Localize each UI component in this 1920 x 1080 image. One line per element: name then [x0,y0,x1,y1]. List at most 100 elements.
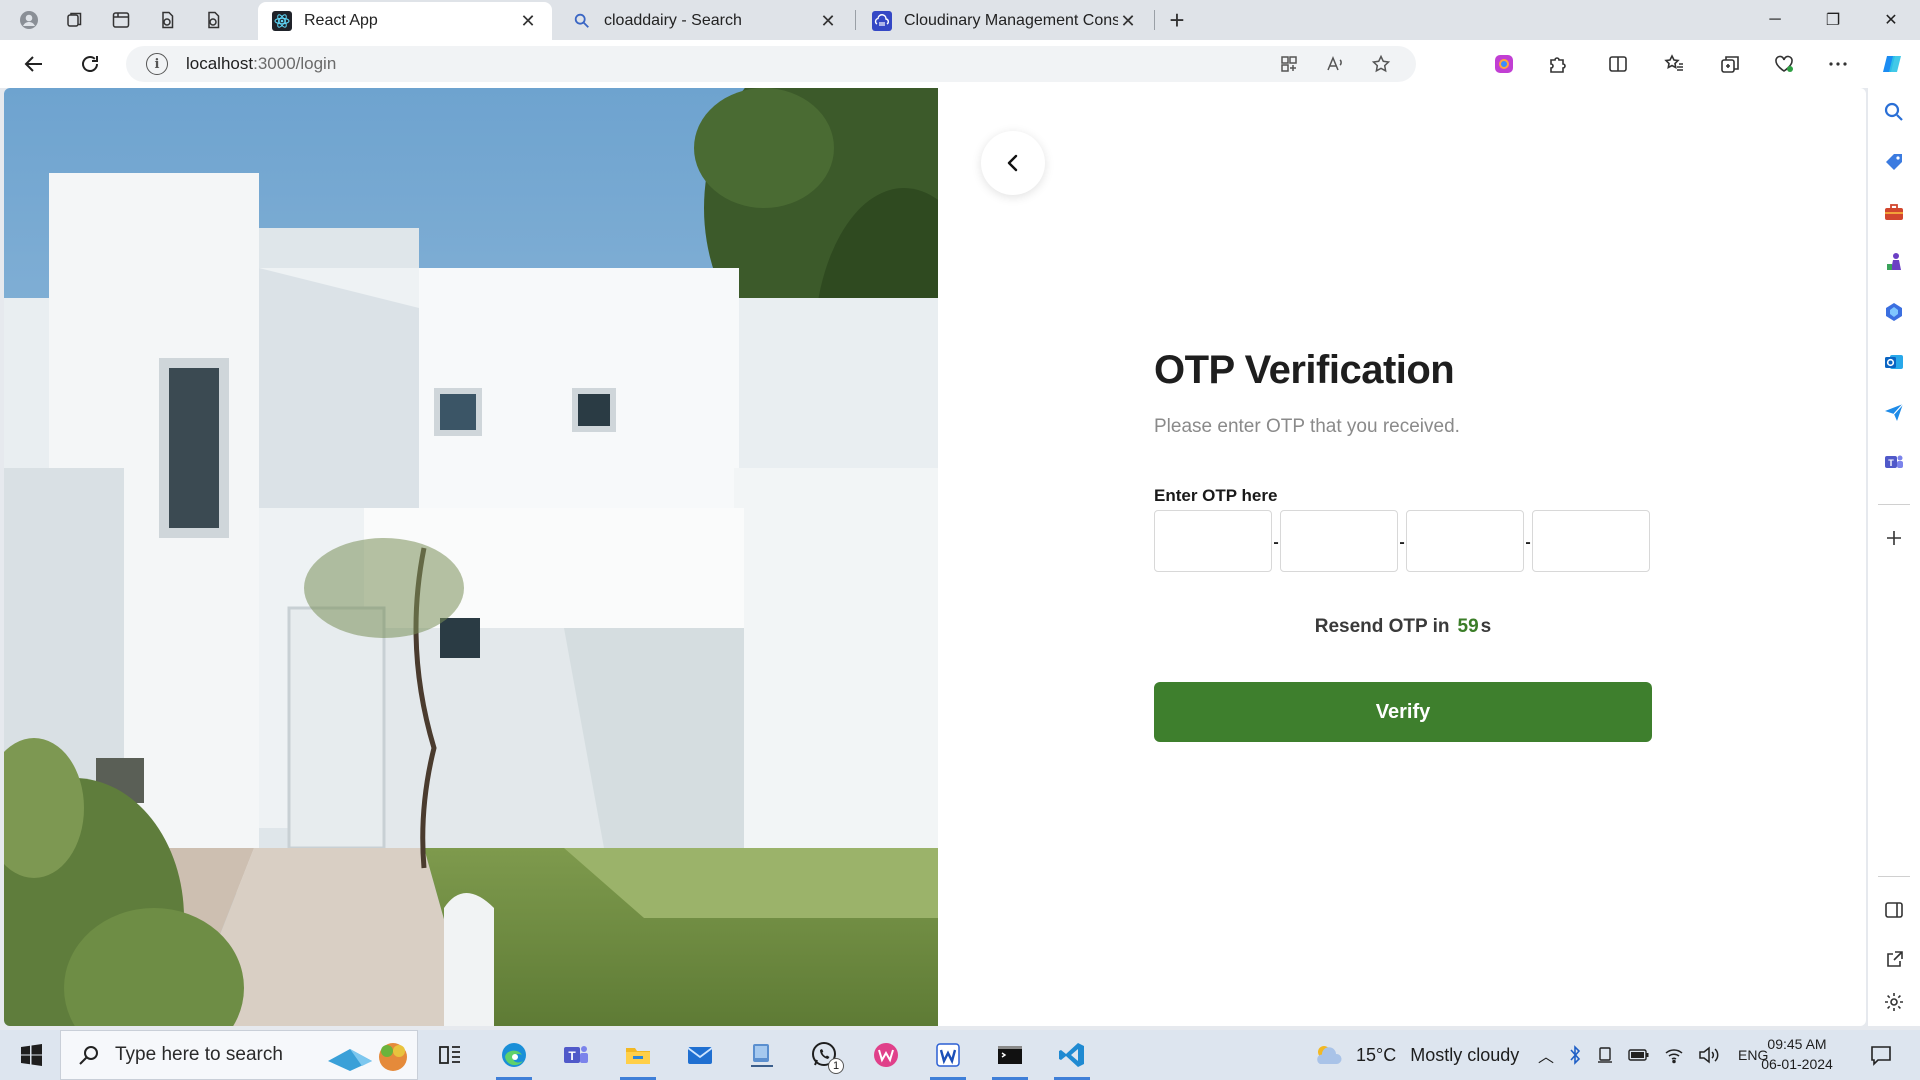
sidebar-outlook-button[interactable] [1878,346,1910,378]
folder-icon [626,1048,650,1064]
weather-temperature: 15°C [1356,1044,1397,1065]
profile-button[interactable] [8,4,50,36]
bluetooth-icon[interactable] [1568,1045,1582,1065]
taskbar-vscode[interactable] [1046,1030,1098,1080]
taskbar-word[interactable] [922,1030,974,1080]
plus-icon: + [1169,4,1185,35]
favorites-button[interactable] [1656,48,1692,80]
app-available-button[interactable] [1272,46,1306,82]
document-sync-icon [208,11,220,29]
apps-icon [1281,56,1297,72]
otp-field-label: Enter OTP here [1154,486,1278,505]
extension-pin-button-1[interactable] [146,4,188,36]
word-icon [936,1043,960,1067]
read-aloud-icon [1327,56,1342,71]
sidebar-send-button[interactable] [1878,396,1910,428]
extension-pin-button-2[interactable] [192,4,234,36]
otp-digit-2-input[interactable] [1280,510,1398,572]
battery-icon[interactable] [1628,1047,1650,1063]
vscode-icon [1059,1043,1084,1067]
split-screen-button[interactable] [1600,48,1636,80]
wifi-icon[interactable] [1664,1046,1684,1064]
close-window-button[interactable]: ✕ [1862,0,1920,40]
close-tab-icon[interactable]: ✕ [518,11,538,31]
weather-widget[interactable]: 15°C Mostly cloudy [1312,1030,1519,1080]
sidebar-copilot-button[interactable] [1878,296,1910,328]
sidebar-divider [1878,504,1910,505]
outlook-icon [1885,355,1903,369]
browser-essentials-button[interactable] [1766,48,1802,80]
taskbar-clock[interactable]: 09:45 AM 06-01-2024 [1754,1034,1840,1074]
back-button[interactable] [981,131,1045,195]
shopping-tag-icon [1886,154,1902,170]
tab-search[interactable]: cloaddairy - Search ✕ [558,2,852,40]
settings-more-button[interactable] [1820,48,1856,80]
tab-title: cloaddairy - Search [604,12,742,29]
tab-react-app[interactable]: React App ✕ [258,2,552,40]
sidebar-tools-button[interactable] [1878,196,1910,228]
clock-time: 09:45 AM [1767,1036,1827,1052]
verify-button[interactable]: Verify [1154,682,1652,742]
task-view-button[interactable] [428,1030,472,1080]
new-tab-button[interactable]: + [1160,4,1194,36]
otp-separator: - [1525,534,1531,551]
address-bar[interactable]: i localhost:3000/login [126,46,1416,82]
refresh-icon [82,56,98,72]
close-tab-icon[interactable]: ✕ [1118,11,1138,31]
restore-button[interactable]: ❐ [1804,0,1862,40]
taskbar-app-w[interactable] [860,1030,912,1080]
sidebar-shopping-button[interactable] [1878,146,1910,178]
device-tray-icon[interactable] [1596,1046,1614,1064]
tab-cloudinary[interactable]: Cloudinary Management Console ✕ [858,2,1152,40]
otp-separator: - [1399,534,1405,551]
taskbar-whatsapp[interactable]: 1 [798,1030,850,1080]
refresh-button[interactable] [72,48,108,80]
start-button[interactable] [8,1030,54,1080]
tab-actions-button[interactable] [100,4,142,36]
copilot-button[interactable] [1874,48,1910,80]
collections-button[interactable] [1712,48,1748,80]
sidebar-add-button[interactable] [1878,522,1910,554]
terminal-icon [998,1046,1022,1064]
sidebar-games-button[interactable] [1878,246,1910,278]
heart-pulse-icon [1775,55,1793,72]
teams-icon: T [564,1046,588,1063]
volume-icon[interactable] [1698,1046,1720,1064]
close-tab-icon[interactable]: ✕ [818,11,838,31]
sidebar-teams-button[interactable]: T [1878,446,1910,478]
extensions-button[interactable] [1540,48,1576,80]
chevron-up-icon[interactable]: ︿ [1538,1043,1554,1067]
otp-digit-1-input[interactable] [1154,510,1272,572]
paper-plane-icon [1885,403,1904,421]
taskbar-terminal[interactable] [984,1030,1036,1080]
taskbar-edge[interactable] [488,1030,540,1080]
notifications-button[interactable] [1858,1030,1904,1080]
minimize-button[interactable]: ─ [1746,0,1804,40]
taskbar-file-explorer[interactable] [612,1030,664,1080]
taskbar-teams[interactable]: T [550,1030,602,1080]
notification-badge: 1 [828,1058,844,1074]
otp-digit-3-input[interactable] [1406,510,1524,572]
copilot-icon [1883,56,1901,72]
taskbar-search-input[interactable]: Type here to search [60,1030,418,1080]
taskbar-mail[interactable] [674,1030,726,1080]
resend-label: Resend OTP in [1314,616,1450,637]
site-info-icon[interactable]: i [146,53,168,75]
workspaces-button[interactable] [54,4,96,36]
extension-button-color[interactable] [1486,48,1522,80]
open-external-icon [1887,951,1903,967]
clock-date: 06-01-2024 [1761,1056,1833,1072]
sidebar-settings-button[interactable] [1878,986,1910,1018]
back-nav-button[interactable] [16,48,52,80]
sidebar-hide-button[interactable] [1878,894,1910,926]
browser-tab-strip: React App ✕ cloaddairy - Search ✕ Cloudi… [0,0,1920,40]
plus-icon [1887,531,1901,545]
tab-title: React App [304,12,378,29]
otp-digit-4-input[interactable] [1532,510,1650,572]
sidebar-search-button[interactable] [1878,96,1910,128]
favorite-button[interactable] [1364,46,1398,82]
device-icon [751,1044,773,1067]
sidebar-external-button[interactable] [1878,944,1910,976]
read-aloud-button[interactable] [1318,46,1352,82]
taskbar-app-device[interactable] [736,1030,788,1080]
